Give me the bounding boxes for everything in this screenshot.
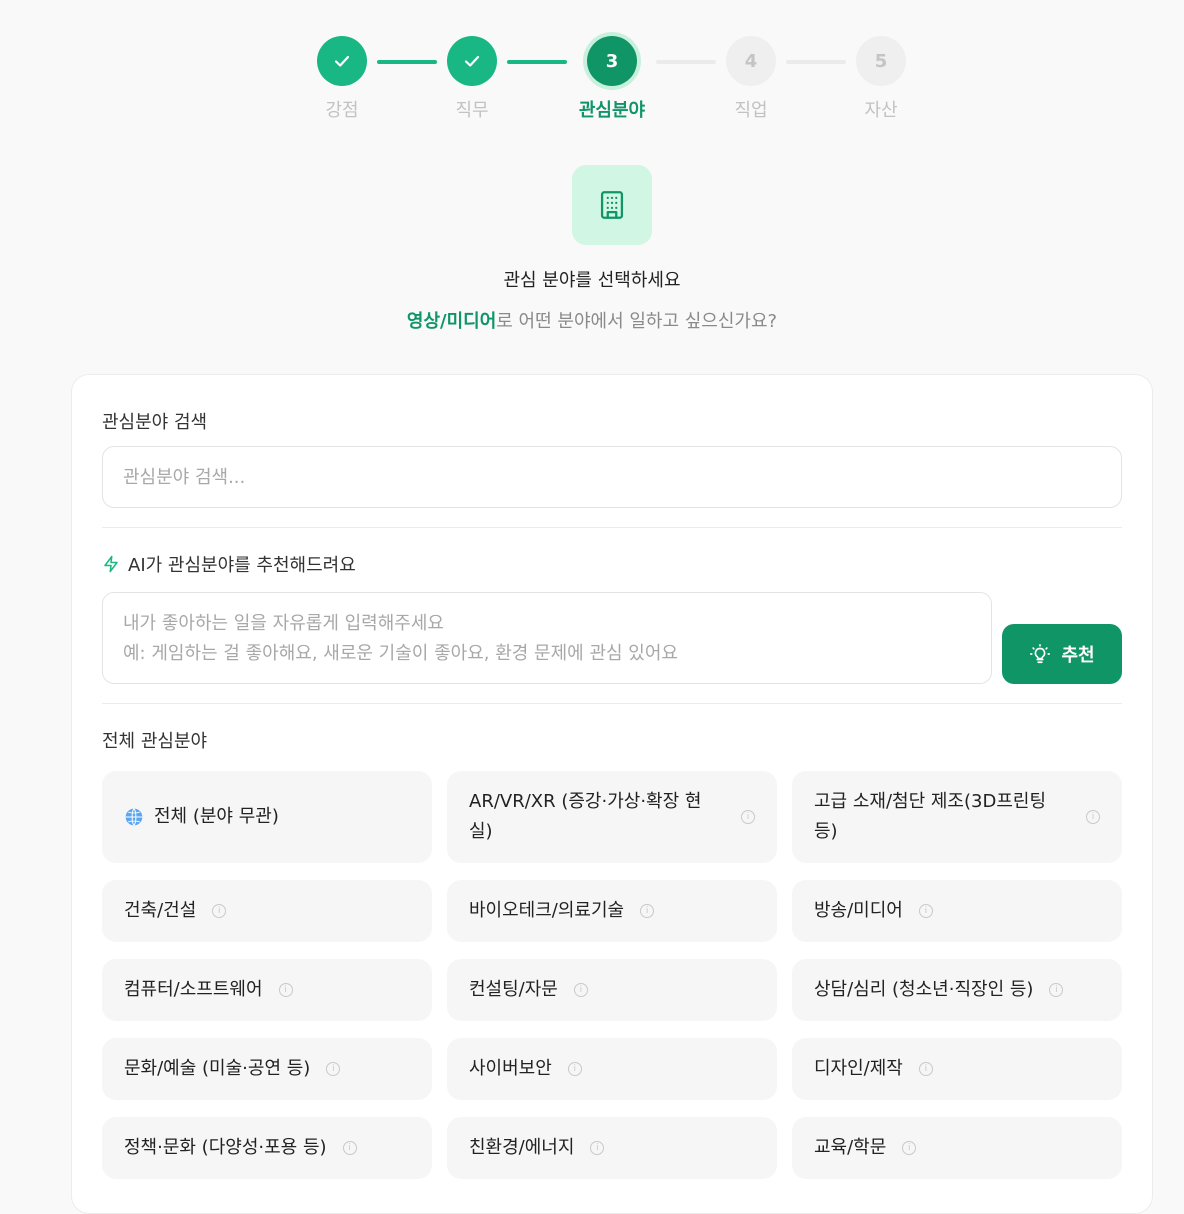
- field-chip-cybersecurity[interactable]: 사이버보안 i: [447, 1038, 777, 1100]
- field-chip-counseling[interactable]: 상담/심리 (청소년·직장인 등) i: [792, 959, 1122, 1021]
- interest-description-input[interactable]: [102, 592, 992, 684]
- step-1-circle[interactable]: [317, 36, 367, 86]
- field-chip-label: 문화/예술 (미술·공연 등): [124, 1058, 311, 1079]
- field-chip-design[interactable]: 디자인/제작 i: [792, 1038, 1122, 1100]
- field-chip-broadcasting[interactable]: 방송/미디어 i: [792, 880, 1122, 942]
- field-chip-label: 친환경/에너지: [469, 1137, 575, 1158]
- building-icon-tile: [572, 165, 652, 245]
- field-chip-label: 교육/학문: [814, 1137, 887, 1158]
- lightning-icon: [104, 555, 118, 573]
- step-3-label: 관심분야: [578, 100, 646, 121]
- field-chip-label: 정책·문화 (다양성·포용 등): [124, 1137, 327, 1158]
- field-chip-label: 컨설팅/자문: [469, 979, 558, 1000]
- info-icon[interactable]: i: [1086, 810, 1100, 824]
- field-chip-label: 바이오테크/의료기술: [469, 900, 625, 921]
- page-title: 관심 분야를 선택하세요: [503, 270, 681, 291]
- recommend-button[interactable]: 추천: [1002, 624, 1122, 684]
- field-chip-label: 고급 소재/첨단 제조(3D프린팅 등): [814, 791, 1047, 842]
- subtitle-text: 로 어떤 분야에서 일하고 싶으신가요?: [496, 311, 778, 332]
- step-1-label: 강점: [325, 100, 359, 121]
- field-chip-software[interactable]: 컴퓨터/소프트웨어 i: [102, 959, 432, 1021]
- step-connector: [377, 60, 437, 64]
- field-chip-label: 건축/건설: [124, 900, 197, 921]
- ai-label-text: AI가 관심분야를 추천해드려요: [128, 555, 356, 576]
- info-icon[interactable]: i: [902, 1141, 917, 1155]
- step-connector: [507, 60, 567, 64]
- field-chip-green-energy[interactable]: 친환경/에너지 i: [447, 1117, 777, 1179]
- info-icon[interactable]: i: [326, 1062, 341, 1076]
- step-4-label: 직업: [734, 100, 768, 121]
- step-5-label: 자산: [864, 100, 898, 121]
- field-chip-label: 사이버보안: [469, 1058, 552, 1079]
- field-chip-consulting[interactable]: 컨설팅/자문 i: [447, 959, 777, 1021]
- info-icon[interactable]: i: [918, 904, 933, 918]
- check-icon: [334, 55, 350, 67]
- check-icon: [464, 55, 480, 67]
- field-chip-education[interactable]: 교육/학문 i: [792, 1117, 1122, 1179]
- info-icon[interactable]: i: [1049, 983, 1064, 997]
- info-icon[interactable]: i: [212, 904, 227, 918]
- field-chip-ar-vr-xr[interactable]: AR/VR/XR (증강·가상·확장 현실) i: [447, 771, 777, 863]
- info-icon[interactable]: i: [573, 983, 588, 997]
- step-4-circle: 4: [726, 36, 776, 86]
- field-chip-label: 방송/미디어: [814, 900, 903, 921]
- search-label: 관심분야 검색: [102, 412, 208, 433]
- info-icon[interactable]: i: [741, 810, 755, 824]
- step-2-circle[interactable]: [447, 36, 497, 86]
- field-chip-architecture[interactable]: 건축/건설 i: [102, 880, 432, 942]
- field-chip-policy-culture[interactable]: 정책·문화 (다양성·포용 등) i: [102, 1117, 432, 1179]
- info-icon[interactable]: i: [918, 1062, 933, 1076]
- field-chip-label: 컴퓨터/소프트웨어: [124, 979, 263, 1000]
- field-chip-culture-arts[interactable]: 문화/예술 (미술·공연 등) i: [102, 1038, 432, 1100]
- field-chip-biotech[interactable]: 바이오테크/의료기술 i: [447, 880, 777, 942]
- field-chip-all[interactable]: 전체 (분야 무관): [102, 771, 432, 863]
- field-chip-label: 상담/심리 (청소년·직장인 등): [814, 979, 1034, 1000]
- step-5-circle: 5: [856, 36, 906, 86]
- field-chip-label: 전체 (분야 무관): [154, 806, 279, 827]
- step-connector: [656, 60, 716, 64]
- selected-job-highlight: 영상/미디어: [406, 311, 497, 332]
- progress-stepper: 강점 직무 3 관심분야 4 직업 5 자산: [0, 36, 1184, 126]
- step-3-circle[interactable]: 3: [587, 36, 637, 86]
- globe-icon: [125, 808, 143, 826]
- divider: [102, 527, 1122, 528]
- info-icon[interactable]: i: [640, 904, 655, 918]
- info-icon[interactable]: i: [278, 983, 293, 997]
- building-icon: [600, 191, 624, 219]
- step-2-label: 직무: [455, 100, 489, 121]
- info-icon[interactable]: i: [567, 1062, 582, 1076]
- page-subtitle: 영상/미디어로 어떤 분야에서 일하고 싶으신가요?: [0, 307, 1184, 333]
- search-input[interactable]: [102, 446, 1122, 508]
- divider: [102, 703, 1122, 704]
- lightbulb-icon: [1030, 644, 1051, 664]
- field-chip-label: 디자인/제작: [814, 1058, 903, 1079]
- ai-recommend-label: AI가 관심분야를 추천해드려요: [102, 551, 356, 577]
- all-fields-label: 전체 관심분야: [102, 731, 208, 752]
- info-icon[interactable]: i: [590, 1141, 605, 1155]
- field-chip-label: AR/VR/XR (증강·가상·확장 현실): [469, 791, 702, 842]
- step-connector: [786, 60, 846, 64]
- recommend-button-label: 추천: [1061, 645, 1095, 666]
- field-grid: 전체 (분야 무관) AR/VR/XR (증강·가상·확장 현실) i 고급 소…: [102, 771, 1122, 1196]
- field-chip-advanced-materials[interactable]: 고급 소재/첨단 제조(3D프린팅 등) i: [792, 771, 1122, 863]
- field-selection-card: 관심분야 검색 AI가 관심분야를 추천해드려요 추천 전체 관심분야 전체 (…: [71, 374, 1153, 1214]
- info-icon[interactable]: i: [342, 1141, 357, 1155]
